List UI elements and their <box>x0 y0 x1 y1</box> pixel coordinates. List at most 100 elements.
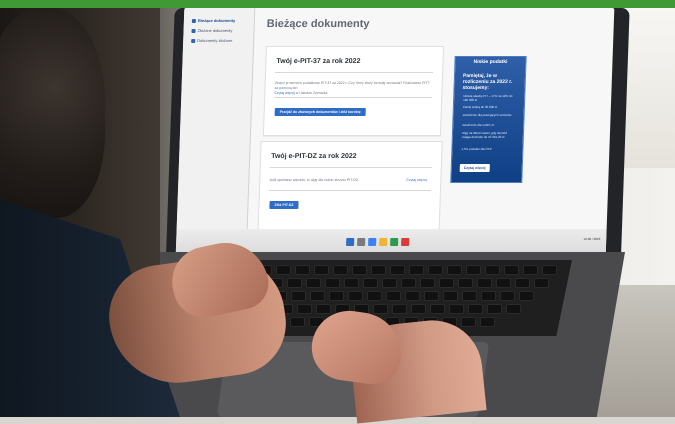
top-green-bar <box>0 0 675 8</box>
keyboard-key <box>485 265 500 275</box>
promo-item: Ulgę na dzieci nawet, gdy dochód osiąga … <box>461 131 507 139</box>
keyboard-key <box>295 265 310 275</box>
promo-item: Kwotę wolną do 30 000 zł <box>462 105 498 109</box>
sidebar-item-label: Bieżące dokumenty <box>197 18 236 23</box>
keyboard-key <box>500 291 515 301</box>
keyboard-key <box>276 265 291 275</box>
document-icon <box>191 38 196 43</box>
card-divider <box>268 190 431 191</box>
keyboard-key <box>461 317 476 327</box>
keyboard-key <box>287 278 302 288</box>
promo-item: Niższą stawkę PIT – 17% na 12% do 120 00… <box>463 94 513 102</box>
open-submitted-documents-button[interactable]: Przejdź do złożonych dokumentów i złóż k… <box>274 108 366 116</box>
start-icon[interactable] <box>346 238 355 246</box>
keyboard-key <box>515 278 530 288</box>
keyboard-key <box>439 278 454 288</box>
keyboard-key <box>363 278 378 288</box>
keyboard-key <box>458 278 473 288</box>
e-pit-dz-card: Twój e-PIT-DZ za rok 2022 Jeśli spełnias… <box>257 141 443 231</box>
promo-item: 1,5% podatku dla OPP <box>461 147 492 151</box>
promo-item: Zwolnienie dla pracujących seniorów <box>462 113 512 117</box>
e-pit-37-card: Twój e-PIT-37 za rok 2022 Złożyć je term… <box>262 46 445 136</box>
keyboard-key <box>411 304 426 314</box>
keyboard-key <box>352 265 367 275</box>
store-icon[interactable] <box>390 238 399 246</box>
keyboard-key <box>306 278 321 288</box>
search-icon[interactable] <box>357 238 366 246</box>
promo-title: Pamiętaj, że w rozliczeniu za 2022 r. st… <box>462 73 513 91</box>
keyboard-key <box>329 291 344 301</box>
keyboard-key <box>477 278 492 288</box>
keyboard-key <box>519 291 534 301</box>
read-more-link[interactable]: Czytaj więcej <box>274 91 295 95</box>
keyboard-key <box>316 304 331 314</box>
keyboard-key <box>297 304 312 314</box>
card-link-row: Czytaj więcej <box>406 178 427 182</box>
photo-scene: Bieżące dokumenty Złożone dokumenty Doku… <box>0 0 675 424</box>
keyboard-key <box>405 291 420 301</box>
keyboard-key <box>534 278 549 288</box>
taskbar-clock: 12:00 / 2023 <box>583 237 601 241</box>
card-divider <box>274 97 433 98</box>
card-link-row: Czytaj więcej w Usłudze Zeznania <box>274 91 327 95</box>
promo-read-more-button[interactable]: Czytaj więcej <box>459 164 490 172</box>
keyboard-key <box>371 265 386 275</box>
sidebar-item-submitted-documents[interactable]: Złożone dokumenty <box>191 28 233 33</box>
taskbar-icons <box>346 238 422 248</box>
keyboard-key <box>392 304 407 314</box>
keyboard-key <box>487 304 502 314</box>
promo-header: Niskie podatki <box>473 59 508 65</box>
sidebar-item-label: Dokumenty złożone <box>197 38 233 43</box>
keyboard-key <box>480 317 495 327</box>
keyboard-key <box>481 291 496 301</box>
keyboard-key <box>420 278 435 288</box>
keyboard-key <box>314 265 329 275</box>
browser-icon[interactable] <box>368 238 377 246</box>
keyboard-key <box>430 304 445 314</box>
keyboard-key <box>373 304 388 314</box>
document-icon <box>191 18 196 23</box>
submit-pit-dz-button[interactable]: Złóż PIT-DZ <box>269 201 299 209</box>
laptop-screen: Bieżące dokumenty Złożone dokumenty Doku… <box>175 8 615 257</box>
keyboard-key <box>449 304 464 314</box>
keyboard-key <box>382 278 397 288</box>
keyboard-key <box>386 291 401 301</box>
keyboard-key <box>447 265 462 275</box>
app-icon[interactable] <box>401 238 410 246</box>
keyboard-key <box>409 265 424 275</box>
card-text-line-2: za pomocą ten <box>274 86 298 90</box>
keyboard-key <box>348 291 363 301</box>
sidebar-item-current-documents[interactable]: Bieżące dokumenty <box>191 18 236 23</box>
link-suffix: w Usłudze Zeznania <box>295 91 328 95</box>
keyboard-key <box>310 291 325 301</box>
card-divider <box>275 72 434 73</box>
page-title: Bieżące dokumenty <box>266 18 370 30</box>
sidebar-item-documents-submitted[interactable]: Dokumenty złożone <box>191 38 232 43</box>
card-text-line-1: Złożyć je terminie podatkowe PIT-37 za 2… <box>274 81 430 85</box>
card-title: Twój e-PIT-DZ za rok 2022 <box>271 153 357 160</box>
keyboard-key <box>468 304 483 314</box>
keyboard-key <box>443 291 458 301</box>
document-icon <box>191 28 196 33</box>
folder-icon[interactable] <box>379 238 388 246</box>
keyboard-key <box>466 265 481 275</box>
keyboard-key <box>325 278 340 288</box>
main-content: Bieżące dokumenty Twój e-PIT-37 za rok 2… <box>250 8 615 231</box>
keyboard-key <box>504 265 519 275</box>
read-more-link[interactable]: Czytaj więcej <box>406 178 427 182</box>
card-text-line-1: Jeśli spełniasz warunki, to ulgę dla rod… <box>269 178 360 182</box>
keyboard-key <box>523 265 538 275</box>
keyboard-key <box>367 291 382 301</box>
keyboard-key <box>496 278 511 288</box>
low-taxes-promo: Niskie podatki Pamiętaj, że w rozliczeni… <box>450 56 527 183</box>
person-head <box>0 8 105 218</box>
keyboard-key <box>424 291 439 301</box>
keyboard-key <box>506 304 521 314</box>
card-title: Twój e-PIT-37 za rok 2022 <box>276 58 361 65</box>
keyboard-key <box>462 291 477 301</box>
sidebar: Bieżące dokumenty Złożone dokumenty Doku… <box>176 8 256 229</box>
keyboard-key <box>344 278 359 288</box>
keyboard-key <box>333 265 348 275</box>
card-divider <box>269 167 432 168</box>
keyboard-key <box>390 265 405 275</box>
